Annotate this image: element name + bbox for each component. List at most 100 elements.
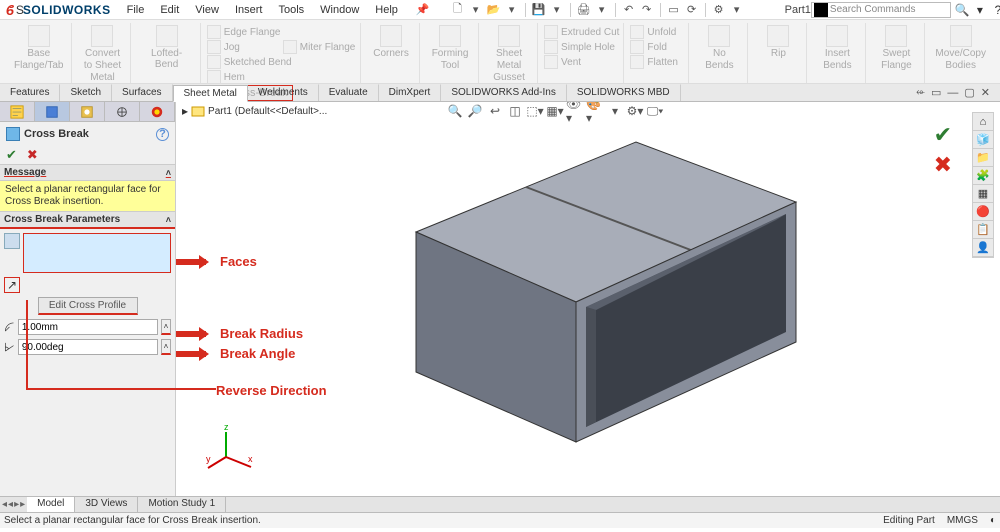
undo-icon[interactable]: ↶ <box>621 2 637 18</box>
view-orient-icon[interactable]: ⬚▾ <box>526 102 544 120</box>
menu-insert[interactable]: Insert <box>227 2 271 18</box>
pane-prev-icon[interactable]: ⬰ <box>916 86 925 99</box>
displaymgr-tab-icon[interactable] <box>140 102 175 121</box>
configmgr-tab-icon[interactable] <box>70 102 105 121</box>
ok-icon[interactable]: ✔ <box>6 147 17 163</box>
view-triad[interactable]: z x y <box>206 422 256 472</box>
forum-icon[interactable]: 👤 <box>973 239 993 257</box>
help-icon[interactable]: ? <box>991 3 1000 17</box>
reverse-direction-button[interactable]: ↗ <box>4 277 20 293</box>
feature-tree-flyout[interactable]: ▸ Part1 (Default<<Default>... <box>182 104 327 118</box>
extruded-cut-button[interactable]: Extruded Cut <box>544 25 619 39</box>
convert-sheetmetal-button[interactable]: Convertto SheetMetal <box>80 23 124 85</box>
dropdown-icon[interactable]: ▾ <box>468 2 484 18</box>
print-icon[interactable]: 🖨 <box>576 2 592 18</box>
library-icon[interactable]: 📁 <box>973 149 993 167</box>
tab-motion-study[interactable]: Motion Study 1 <box>138 497 226 512</box>
sketched-bend-button[interactable]: Sketched Bend <box>207 55 292 69</box>
tab-surfaces[interactable]: Surfaces <box>112 84 172 101</box>
display-style-icon[interactable]: ▦▾ <box>546 102 564 120</box>
pane-dash-icon[interactable]: — <box>947 87 958 99</box>
vent-button[interactable]: Vent <box>544 55 614 69</box>
status-units[interactable]: MMGS <box>947 515 978 526</box>
radius-stepper[interactable]: ˄ <box>161 319 171 335</box>
pin-icon[interactable]: 📌 <box>406 3 440 16</box>
faces-selection-box[interactable] <box>23 233 171 273</box>
menu-edit[interactable]: Edit <box>152 2 187 18</box>
options-icon[interactable]: ⚙ <box>711 2 727 18</box>
lofted-bend-button[interactable]: Lofted-Bend <box>139 23 193 72</box>
tab-sheet-metal[interactable]: Sheet Metal <box>173 85 248 102</box>
jog-button[interactable]: Jog <box>207 40 277 54</box>
tab-model[interactable]: Model <box>27 497 75 512</box>
flatten-button[interactable]: Flatten <box>630 55 684 69</box>
cancel-icon[interactable]: ✖ <box>27 147 38 163</box>
unfold-button[interactable]: Unfold <box>630 25 684 39</box>
message-header[interactable]: Message˄ <box>0 164 175 181</box>
break-radius-input[interactable] <box>18 319 158 335</box>
dropdown-icon[interactable]: ▾ <box>549 2 565 18</box>
dropdown-icon[interactable]: ▾ <box>504 2 520 18</box>
help-icon[interactable]: ? <box>156 128 169 141</box>
simple-hole-button[interactable]: Simple Hole <box>544 40 615 54</box>
swept-flange-button[interactable]: SweptFlange <box>874 23 918 73</box>
corners-button[interactable]: Corners <box>369 23 413 61</box>
search-input[interactable]: Search Commands <box>811 2 951 18</box>
expand-icon[interactable]: ▸ <box>182 104 188 118</box>
zoom-area-icon[interactable]: 🔎 <box>466 102 484 120</box>
dropdown-icon[interactable]: ▾ <box>973 3 987 17</box>
fold-button[interactable]: Fold <box>630 40 684 54</box>
appearance-icon[interactable]: 🎨▾ <box>586 102 604 120</box>
tab-3dviews[interactable]: 3D Views <box>75 497 138 512</box>
menu-view[interactable]: View <box>187 2 227 18</box>
edge-flange-button[interactable]: Edge Flange <box>207 25 281 39</box>
tab-dimxpert[interactable]: DimXpert <box>379 84 442 101</box>
reject-icon[interactable]: ✖ <box>934 152 952 178</box>
dropdown-icon[interactable]: ▾ <box>729 2 745 18</box>
zoom-fit-icon[interactable]: 🔍 <box>446 102 464 120</box>
save-icon[interactable]: 💾 <box>531 2 547 18</box>
hide-show-icon[interactable]: 👁▾ <box>566 102 584 120</box>
properties-icon[interactable]: 📋 <box>973 221 993 239</box>
redo-icon[interactable]: ↷ <box>639 2 655 18</box>
new-icon[interactable]: 🗋 <box>450 2 466 18</box>
open-icon[interactable]: 📂 <box>486 2 502 18</box>
tab-addins[interactable]: SOLIDWORKS Add-Ins <box>441 84 566 101</box>
scene-icon[interactable]: ▾ <box>606 102 624 120</box>
dropdown-icon[interactable]: ▾ <box>594 2 610 18</box>
explorer-icon[interactable]: 🧩 <box>973 167 993 185</box>
break-angle-input[interactable] <box>18 339 158 355</box>
menu-tools[interactable]: Tools <box>270 2 312 18</box>
search-glass-icon[interactable]: 🔍 <box>955 3 969 17</box>
tab-features[interactable]: Features <box>0 84 60 101</box>
rip-button[interactable]: Rip <box>756 23 800 61</box>
tab-evaluate[interactable]: Evaluate <box>319 84 379 101</box>
featuretree-tab-icon[interactable] <box>0 102 35 121</box>
tab-scroll-buttons[interactable]: ◂◂▸▸ <box>0 497 27 512</box>
rebuild-icon[interactable]: ⟳ <box>684 2 700 18</box>
gusset-button[interactable]: SheetMetalGusset <box>487 23 531 85</box>
propertymgr-tab-icon[interactable] <box>35 102 70 121</box>
pane-max-icon[interactable]: ▢ <box>964 86 974 99</box>
prev-view-icon[interactable]: ↩ <box>486 102 504 120</box>
graphics-viewport[interactable]: ▸ Part1 (Default<<Default>... 🔍 🔎 ↩ ◫ ⬚▾… <box>176 102 1000 496</box>
move-copy-button[interactable]: Move/CopyBodies <box>933 23 988 73</box>
tab-mbd[interactable]: SOLIDWORKS MBD <box>567 84 681 101</box>
tab-weldments[interactable]: Weldments <box>248 84 319 101</box>
pane-close-icon[interactable]: ✕ <box>981 86 990 99</box>
accept-icon[interactable]: ✔ <box>934 122 952 148</box>
menu-file[interactable]: File <box>119 2 153 18</box>
no-bends-button[interactable]: NoBends <box>697 23 741 73</box>
edit-cross-profile-button[interactable]: Edit Cross Profile <box>38 297 138 315</box>
tab-sketch[interactable]: Sketch <box>60 84 112 101</box>
monitor-icon[interactable]: 🖵▾ <box>646 102 664 120</box>
view-palette-icon[interactable]: ▦ <box>973 185 993 203</box>
pane-min-icon[interactable]: ▭ <box>931 86 941 99</box>
menu-window[interactable]: Window <box>312 2 367 18</box>
select-icon[interactable]: ▭ <box>666 2 682 18</box>
dimxpertmgr-tab-icon[interactable] <box>105 102 140 121</box>
view-settings-icon[interactable]: ⚙▾ <box>626 102 644 120</box>
base-flange-button[interactable]: BaseFlange/Tab <box>12 23 65 73</box>
params-header[interactable]: Cross Break Parameters˄ <box>0 211 175 229</box>
home-icon[interactable]: ⌂ <box>973 113 993 131</box>
